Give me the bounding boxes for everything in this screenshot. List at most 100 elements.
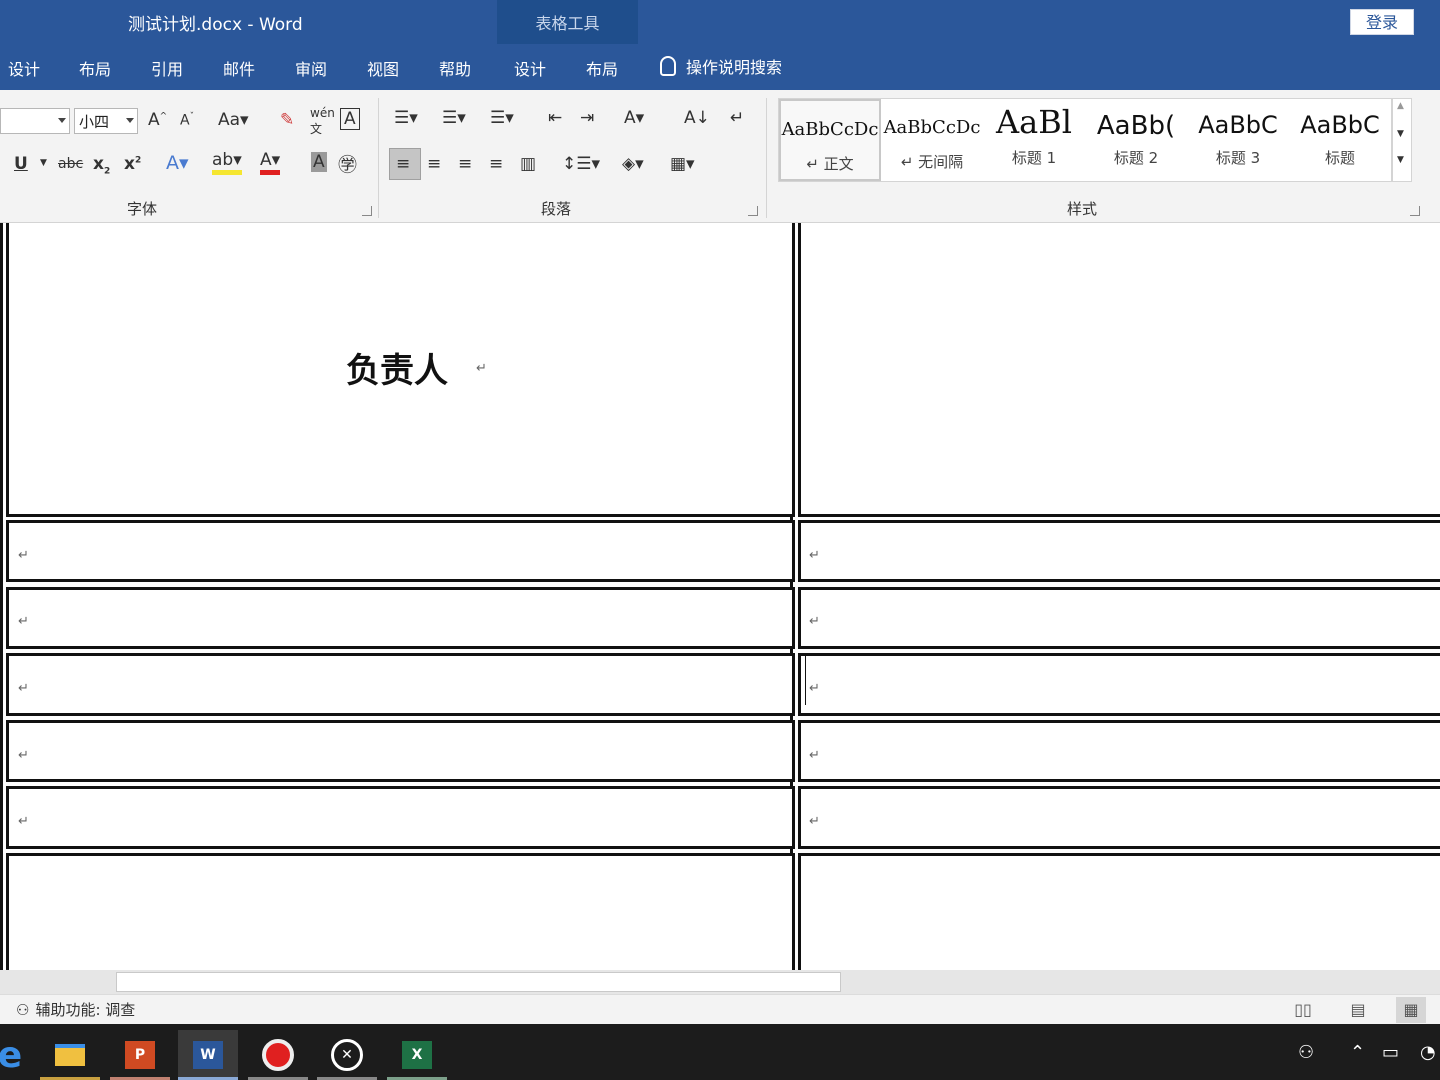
recorder-icon[interactable] — [248, 1030, 308, 1080]
paragraph-mark-icon: ↵ — [18, 614, 29, 629]
clear-format-icon[interactable]: ✎ — [280, 110, 294, 130]
table-cell[interactable] — [6, 520, 795, 582]
chevron-up-icon[interactable]: ⌃ — [1350, 1042, 1365, 1063]
styles-dialog-launcher-icon[interactable] — [1410, 206, 1420, 216]
paragraph-mark-icon: ↵ — [809, 614, 820, 629]
tab-references[interactable]: 引用 — [151, 56, 183, 80]
tab-table-layout[interactable]: 布局 — [586, 56, 618, 80]
text-cursor — [805, 655, 806, 705]
style-title[interactable]: AaBbC 标题 — [1289, 99, 1391, 181]
align-center-icon[interactable]: ≡ — [427, 154, 441, 174]
shading-icon[interactable]: ◈▾ — [622, 154, 644, 174]
styles-gallery: AaBbCcDc ↵ 正文 AaBbCcDc ↵ 无间隔 AaBl 标题 1 A… — [778, 98, 1392, 182]
document-canvas[interactable]: 负责人 ↵ ↵ ↵ ↵ ↵ ↵ ↵ ↵ ↵ ↵ ↵ — [0, 223, 1440, 970]
chevron-up-icon[interactable]: ▲ — [1397, 101, 1404, 111]
table-cell[interactable] — [6, 720, 795, 782]
read-mode-icon[interactable]: ▯▯ — [1288, 997, 1318, 1023]
style-name: 标题 2 — [1113, 149, 1159, 167]
borders-icon[interactable]: ▦▾ — [670, 154, 695, 174]
paragraph-mark-icon: ↵ — [809, 681, 820, 696]
style-no-spacing[interactable]: AaBbCcDc ↵ 无间隔 — [881, 99, 983, 181]
font-size-value: 小四 — [79, 113, 110, 131]
table-cell[interactable] — [798, 720, 1440, 782]
chinese-layout-icon[interactable]: A▾ — [624, 108, 644, 128]
table-cell[interactable] — [6, 587, 795, 649]
excel-icon[interactable]: X — [387, 1030, 447, 1080]
font-size-select[interactable]: 小四 — [74, 108, 138, 134]
gallery-more-icon[interactable]: ▼ — [1397, 155, 1404, 165]
ribbon-tab-row: 设计 布局 引用 邮件 审阅 视图 帮助 设计 布局 操作说明搜索 — [0, 44, 1440, 90]
superscript-icon[interactable]: x2 — [124, 154, 141, 174]
align-right-icon[interactable]: ≡ — [458, 154, 472, 174]
powerpoint-icon[interactable]: P — [110, 1030, 170, 1080]
table-cell[interactable] — [6, 853, 795, 970]
highlight-icon[interactable]: ab▾ — [212, 150, 242, 175]
underline-icon[interactable]: U — [14, 154, 28, 174]
font-name-select[interactable] — [0, 108, 70, 134]
wifi-icon[interactable]: ◔ — [1420, 1042, 1436, 1063]
style-heading-1[interactable]: AaBl 标题 1 — [983, 99, 1085, 181]
character-shading-icon[interactable]: A — [311, 152, 327, 172]
chevron-down-icon[interactable]: ▼ — [40, 158, 47, 168]
table-cell[interactable] — [6, 653, 795, 716]
shrink-font-icon[interactable]: Aˇ — [180, 112, 194, 129]
gallery-scroll[interactable]: ▲ ▼ ▼ — [1392, 98, 1412, 182]
style-heading-2[interactable]: AaBb( 标题 2 — [1085, 99, 1187, 181]
table-cell[interactable] — [798, 653, 1440, 716]
tab-help[interactable]: 帮助 — [439, 56, 471, 80]
scrollbar-thumb[interactable] — [116, 972, 841, 992]
app-icon[interactable]: ✕ — [317, 1030, 377, 1080]
print-layout-icon[interactable]: ▤ — [1343, 997, 1373, 1023]
bullets-icon[interactable]: ☰▾ — [394, 108, 418, 128]
web-layout-icon[interactable]: ▦ — [1396, 997, 1426, 1023]
enclose-characters-icon[interactable]: ㊫ — [338, 150, 357, 177]
character-border-icon[interactable]: A — [340, 108, 360, 130]
line-spacing-icon[interactable]: ↕☰▾ — [562, 154, 600, 174]
font-color-icon[interactable]: A▾ — [260, 150, 281, 175]
battery-icon[interactable]: ▭ — [1382, 1042, 1399, 1063]
tab-layout[interactable]: 布局 — [79, 56, 111, 80]
change-case-icon[interactable]: Aa▾ — [218, 110, 249, 130]
align-left-icon[interactable]: ≡ — [396, 154, 410, 174]
sort-icon[interactable]: A↓ — [684, 108, 710, 128]
table-cell[interactable] — [798, 786, 1440, 849]
table-cell[interactable] — [798, 520, 1440, 582]
table-cell[interactable] — [798, 853, 1440, 970]
show-marks-icon[interactable]: ↵ — [730, 108, 744, 128]
increase-indent-icon[interactable]: ⇥ — [580, 108, 594, 128]
style-heading-3[interactable]: AaBbC 标题 3 — [1187, 99, 1289, 181]
tab-view[interactable]: 视图 — [367, 56, 399, 80]
edge-icon[interactable]: e — [0, 1030, 40, 1080]
subscript-icon[interactable]: x2 — [93, 154, 110, 176]
tab-mailings[interactable]: 邮件 — [223, 56, 255, 80]
table-cell[interactable] — [798, 587, 1440, 649]
tell-me-search[interactable]: 操作说明搜索 — [660, 54, 782, 78]
font-dialog-launcher-icon[interactable] — [362, 206, 372, 216]
phonetic-guide-icon[interactable]: wén 文 — [310, 106, 335, 137]
chevron-down-icon — [126, 118, 134, 123]
tab-design[interactable]: 设计 — [8, 56, 40, 80]
grow-font-icon[interactable]: A^ — [148, 110, 167, 130]
style-normal[interactable]: AaBbCcDc ↵ 正文 — [779, 99, 881, 181]
distributed-icon[interactable]: ▥ — [520, 154, 536, 174]
accessibility-label: 辅助功能: 调查 — [35, 1001, 136, 1019]
table-cell[interactable] — [798, 223, 1440, 517]
people-icon[interactable]: ⚇ — [1298, 1042, 1314, 1063]
decrease-indent-icon[interactable]: ⇤ — [548, 108, 562, 128]
multilevel-list-icon[interactable]: ☰▾ — [490, 108, 514, 128]
file-explorer-icon[interactable] — [40, 1030, 100, 1080]
table-cell[interactable] — [6, 786, 795, 849]
paragraph-dialog-launcher-icon[interactable] — [748, 206, 758, 216]
accessibility-status[interactable]: ⚇ 辅助功能: 调查 — [16, 999, 135, 1020]
justify-icon[interactable]: ≡ — [489, 154, 503, 174]
chevron-down-icon[interactable]: ▼ — [1397, 129, 1404, 139]
numbering-icon[interactable]: ☰▾ — [442, 108, 466, 128]
group-label-styles: 样式 — [1067, 200, 1098, 218]
text-effects-icon[interactable]: A▾ — [166, 152, 189, 174]
strikethrough-icon[interactable]: abc — [58, 156, 83, 172]
tab-table-design[interactable]: 设计 — [514, 56, 546, 80]
word-icon[interactable]: W — [178, 1030, 238, 1080]
horizontal-scrollbar[interactable] — [0, 970, 1440, 994]
login-button[interactable]: 登录 — [1350, 9, 1414, 35]
tab-review[interactable]: 审阅 — [295, 56, 327, 80]
